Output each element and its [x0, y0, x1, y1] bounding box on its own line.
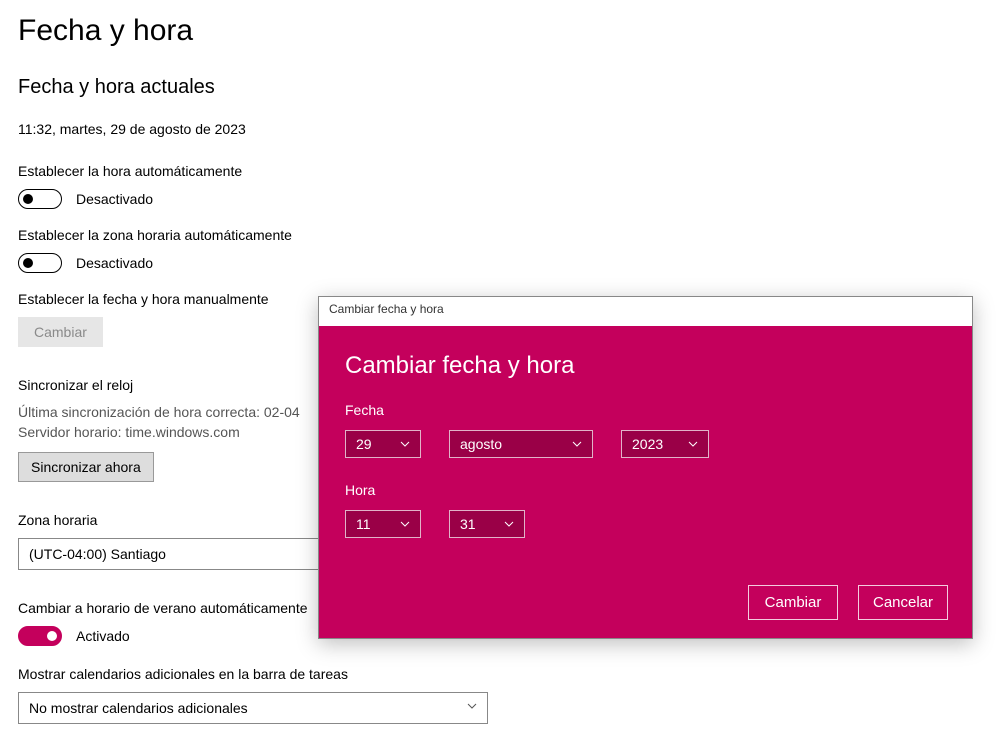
chevron-down-icon	[467, 703, 477, 713]
year-select[interactable]: 2023	[621, 430, 709, 458]
dialog-cancel-button[interactable]: Cancelar	[858, 585, 948, 620]
day-value: 29	[356, 436, 372, 452]
sync-now-button[interactable]: Sincronizar ahora	[18, 452, 154, 482]
additional-calendars-block: Mostrar calendarios adicionales en la ba…	[18, 666, 979, 724]
auto-time-label: Establecer la hora automáticamente	[18, 163, 979, 179]
auto-tz-toggle[interactable]	[18, 253, 62, 273]
chevron-down-icon	[688, 441, 698, 447]
minute-select[interactable]: 31	[449, 510, 525, 538]
dialog-actions: Cambiar Cancelar	[748, 585, 948, 620]
dialog-date-label: Fecha	[345, 402, 946, 418]
cal-select[interactable]: No mostrar calendarios adicionales	[18, 692, 488, 724]
year-value: 2023	[632, 436, 663, 452]
page-subtitle: Fecha y hora actuales	[18, 76, 979, 99]
dialog-titlebar: Cambiar fecha y hora	[319, 297, 972, 326]
dialog-time-label: Hora	[345, 482, 946, 498]
auto-tz-block: Establecer la zona horaria automáticamen…	[18, 227, 979, 273]
minute-value: 31	[460, 516, 476, 532]
auto-time-toggle[interactable]	[18, 189, 62, 209]
month-value: agosto	[460, 436, 502, 452]
dst-state: Activado	[76, 628, 130, 644]
hour-value: 11	[356, 516, 371, 532]
auto-time-block: Establecer la hora automáticamente Desac…	[18, 163, 979, 209]
cal-label: Mostrar calendarios adicionales en la ba…	[18, 666, 979, 682]
dialog-heading: Cambiar fecha y hora	[345, 352, 946, 380]
chevron-down-icon	[572, 441, 582, 447]
current-datetime: 11:32, martes, 29 de agosto de 2023	[18, 121, 979, 137]
dialog-time-row: 11 31	[345, 510, 946, 538]
dialog-date-row: 29 agosto 2023	[345, 430, 946, 458]
page-title: Fecha y hora	[18, 14, 979, 48]
day-select[interactable]: 29	[345, 430, 421, 458]
dst-toggle[interactable]	[18, 626, 62, 646]
dialog-ok-button[interactable]: Cambiar	[748, 585, 838, 620]
hour-select[interactable]: 11	[345, 510, 421, 538]
month-select[interactable]: agosto	[449, 430, 593, 458]
chevron-down-icon	[400, 521, 410, 527]
cal-value: No mostrar calendarios adicionales	[29, 700, 248, 716]
auto-time-state: Desactivado	[76, 191, 153, 207]
chevron-down-icon	[400, 441, 410, 447]
tz-value: (UTC-04:00) Santiago	[29, 546, 166, 562]
auto-tz-state: Desactivado	[76, 255, 153, 271]
dialog-body: Cambiar fecha y hora Fecha 29 agosto 202…	[319, 326, 972, 638]
chevron-down-icon	[504, 521, 514, 527]
auto-tz-label: Establecer la zona horaria automáticamen…	[18, 227, 979, 243]
change-datetime-dialog: Cambiar fecha y hora Cambiar fecha y hor…	[318, 296, 973, 639]
change-datetime-button[interactable]: Cambiar	[18, 317, 103, 347]
